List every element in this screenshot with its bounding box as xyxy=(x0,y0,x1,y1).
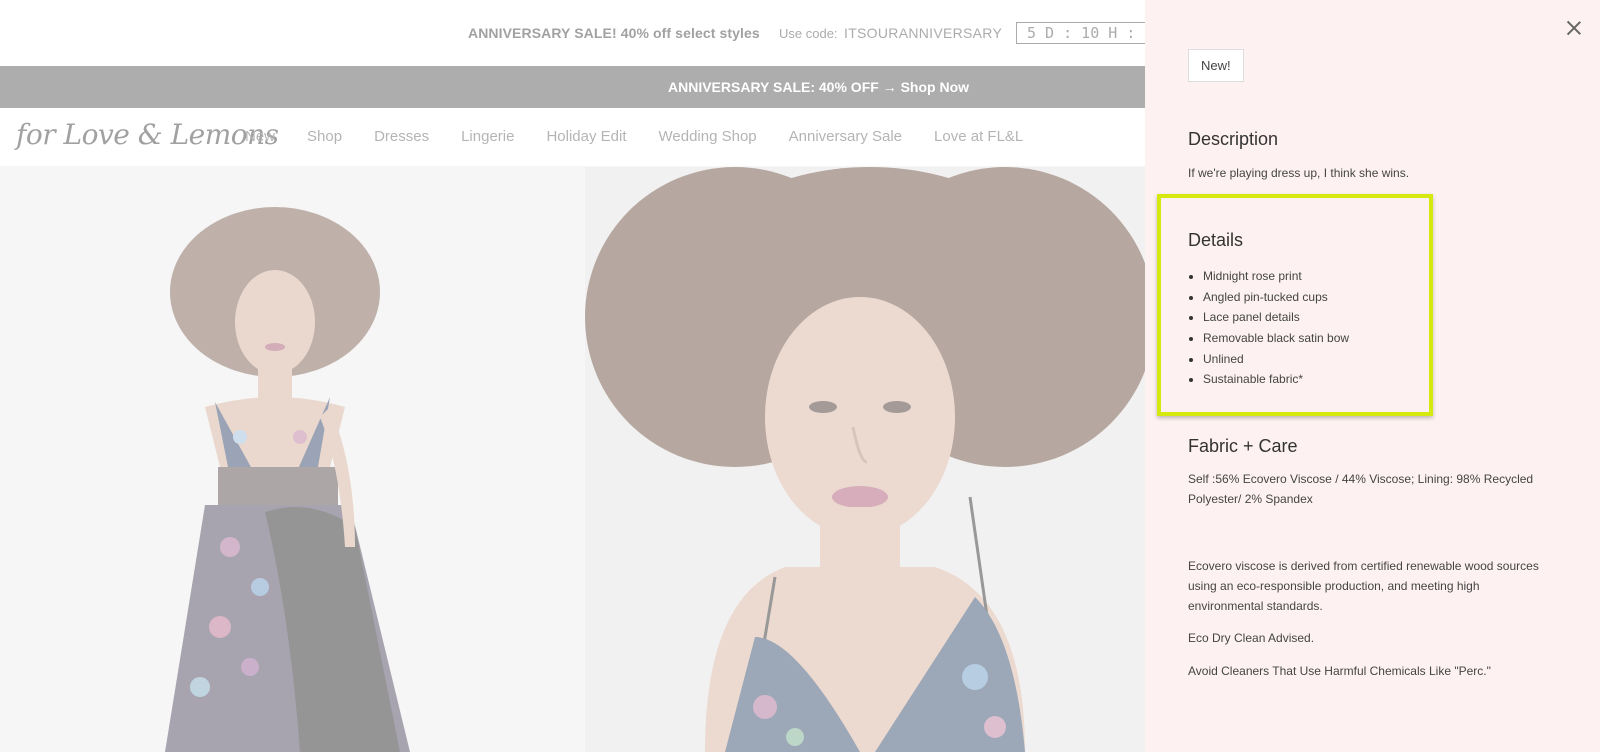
fabric-note: Ecovero viscose is derived from certifie… xyxy=(1188,559,1539,613)
close-icon[interactable] xyxy=(1566,20,1582,36)
details-title: Details xyxy=(1188,230,1244,250)
modal-overlay[interactable] xyxy=(0,0,1145,752)
fabric-composition: Self :56% Ecovero Viscose / 44% Viscose;… xyxy=(1188,472,1534,506)
product-info-drawer: New! Description If we're playing dress … xyxy=(1145,0,1600,752)
fabric-care-title: Fabric + Care xyxy=(1188,436,1298,456)
list-item: Midnight rose print xyxy=(1188,266,1349,287)
list-item: Unlined xyxy=(1188,349,1349,370)
details-list: Midnight rose print Angled pin-tucked cu… xyxy=(1188,266,1349,390)
list-item: Sustainable fabric* xyxy=(1188,369,1349,390)
list-item: Angled pin-tucked cups xyxy=(1188,287,1349,308)
description-text: If we're playing dress up, I think she w… xyxy=(1188,166,1410,180)
list-item: Lace panel details xyxy=(1188,307,1349,328)
list-item: Removable black satin bow xyxy=(1188,328,1349,349)
description-title: Description xyxy=(1188,129,1279,149)
new-badge: New! xyxy=(1188,49,1244,82)
care-instruction-1: Eco Dry Clean Advised. xyxy=(1188,631,1315,645)
care-instruction-2: Avoid Cleaners That Use Harmful Chemical… xyxy=(1188,664,1491,678)
